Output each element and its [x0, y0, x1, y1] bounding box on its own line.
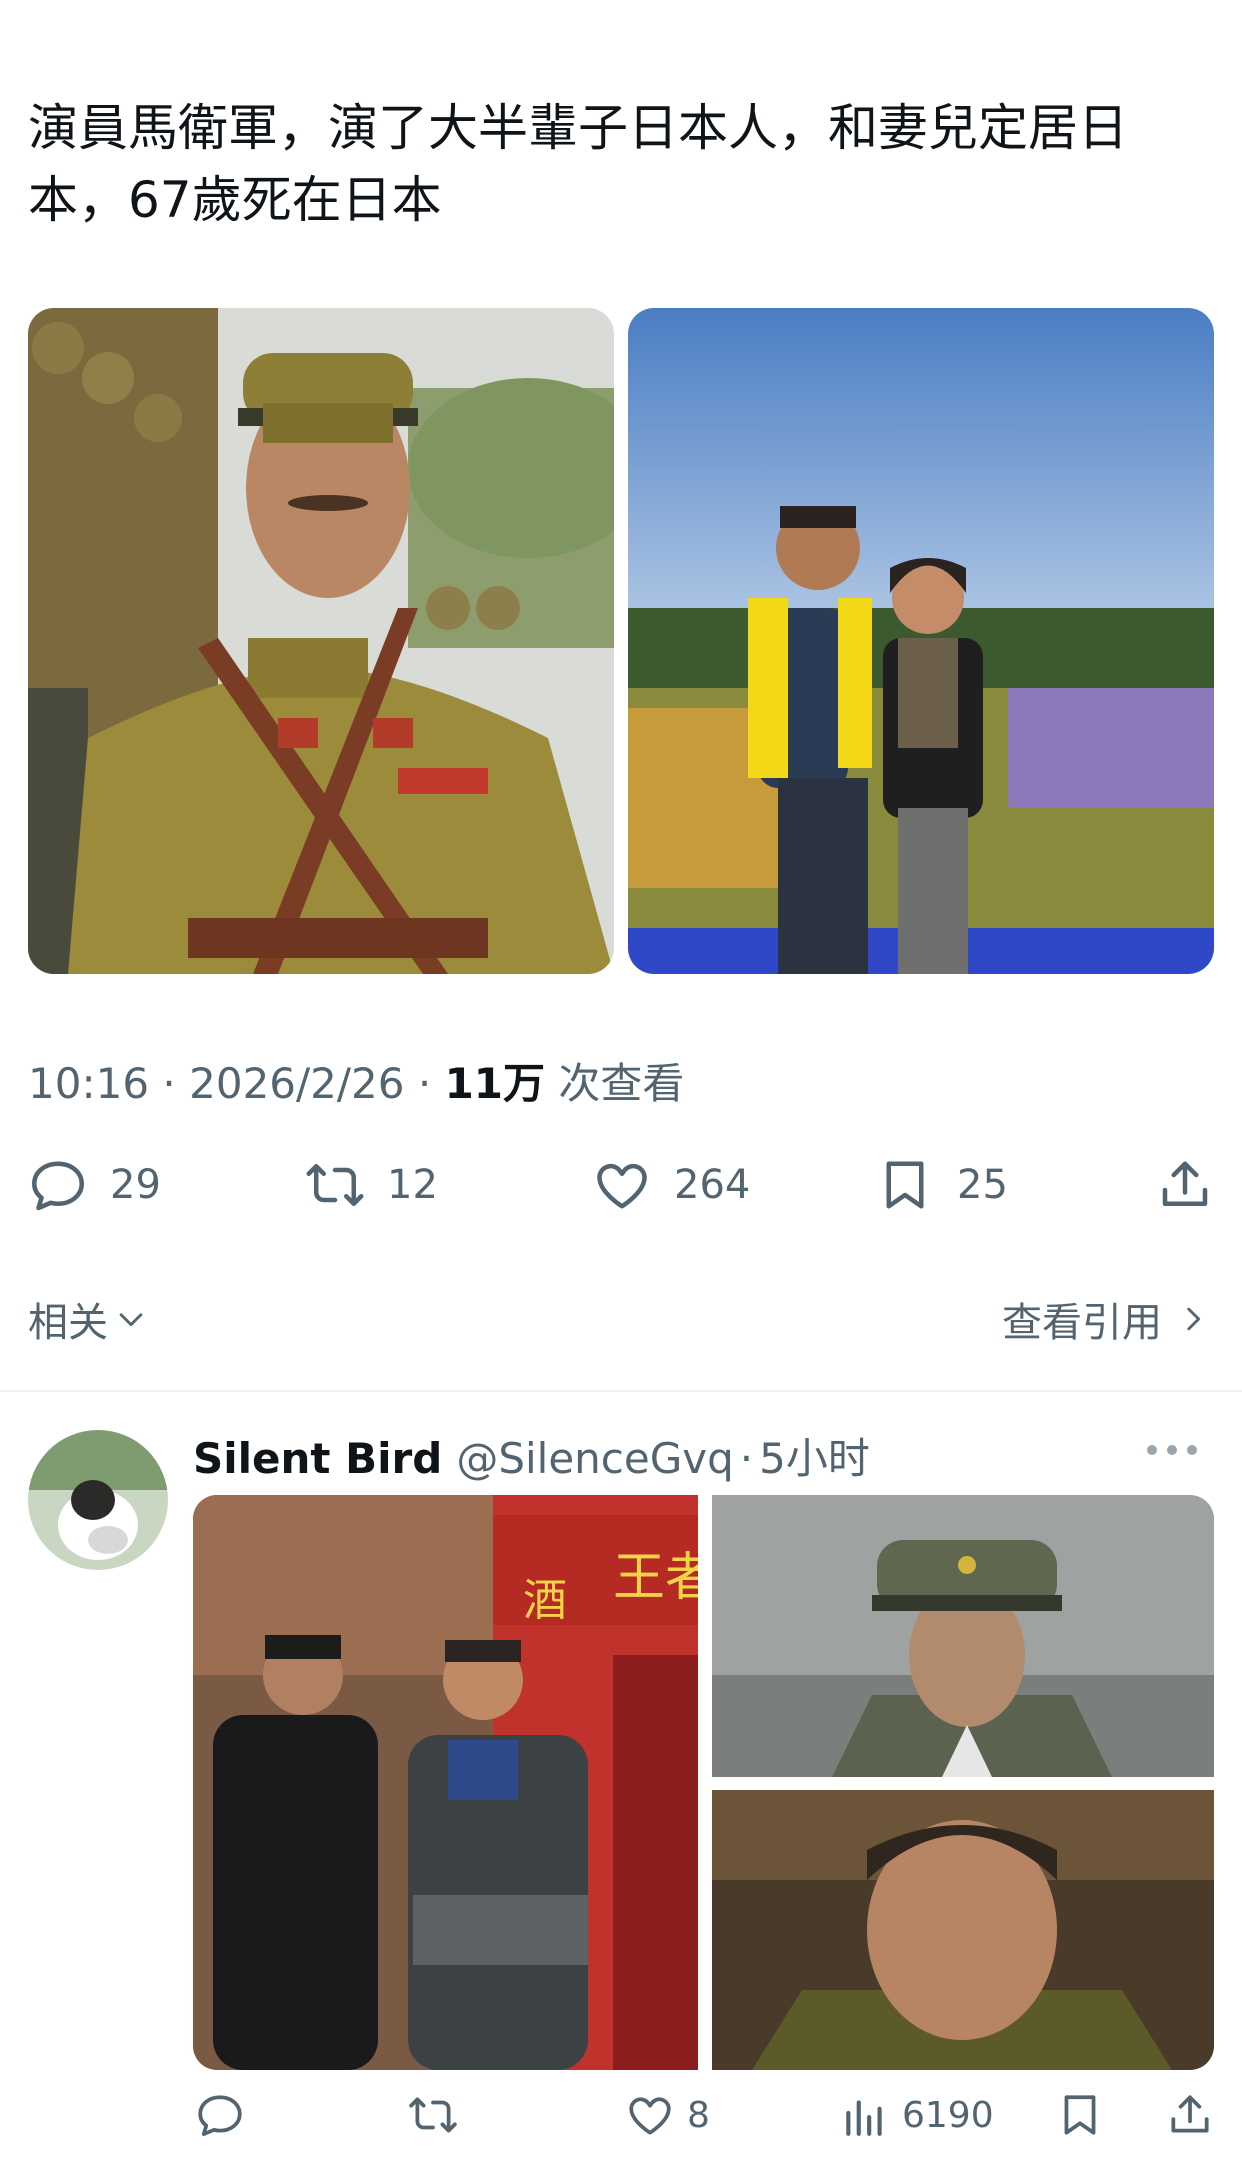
couple-photo-illustration: [628, 308, 1214, 974]
related-dropdown[interactable]: 相关: [28, 1290, 148, 1348]
post-date: 2026/2/26: [189, 1059, 405, 1108]
officer-photo-illustration: [712, 1495, 1214, 1777]
related-label: 相关: [28, 1300, 108, 1346]
post-time: 10:16: [28, 1059, 150, 1108]
bookmark-icon: [886, 1161, 924, 1209]
views-count: 11万: [444, 1059, 546, 1108]
reply-author-handle[interactable]: @SilenceGvq: [456, 1434, 733, 1483]
heart-icon: [597, 1163, 647, 1209]
view-quotes-label: 查看引用: [1002, 1300, 1162, 1346]
meta-separator: ·: [162, 1059, 176, 1108]
views-button[interactable]: 6190: [840, 2090, 994, 2140]
bookmark-icon: [1064, 2095, 1096, 2135]
post-meta: 10:16 · 2026/2/26 · 11万 次查看: [28, 1050, 684, 1111]
view-quotes-link[interactable]: 查看引用: [1002, 1290, 1210, 1348]
chevron-down-icon: [119, 1313, 143, 1327]
reply-header: Silent Bird @SilenceGvq · 5小时: [193, 1425, 870, 1486]
reply-icon: [198, 2095, 242, 2137]
retweet-icon: [409, 2097, 457, 2133]
share-button[interactable]: [1155, 1155, 1215, 1215]
more-options-icon[interactable]: [1142, 1440, 1202, 1460]
portrait-photo-illustration: [712, 1790, 1214, 2070]
like-button[interactable]: 264: [592, 1155, 750, 1215]
share-button[interactable]: [1165, 2090, 1215, 2140]
like-button[interactable]: 8: [625, 2090, 710, 2140]
reply-photo-2[interactable]: [712, 1495, 1214, 1777]
bookmark-button[interactable]: [1055, 2090, 1105, 2140]
post-text: 演員馬衛軍，演了大半輩子日本人，和妻兒定居日本，67歲死在日本: [28, 99, 1128, 229]
retweet-button[interactable]: [408, 2090, 458, 2140]
post-actions: 29 12 264 25: [0, 1155, 1242, 1225]
post-photo-1[interactable]: [28, 308, 614, 974]
avatar-image: [28, 1430, 168, 1570]
analytics-icon: [846, 2100, 882, 2136]
divider: [0, 1390, 1242, 1392]
reply-photo-3[interactable]: [712, 1790, 1214, 2070]
retweet-button[interactable]: 12: [305, 1155, 438, 1215]
reply-button[interactable]: [195, 2090, 245, 2140]
retweet-icon: [306, 1164, 364, 1206]
post-photo-2[interactable]: [628, 308, 1214, 974]
share-icon: [1171, 2095, 1209, 2133]
related-row: 相关 查看引用: [0, 1290, 1242, 1350]
reply-like-count: 8: [687, 2094, 710, 2136]
reply-button[interactable]: 29: [28, 1155, 161, 1215]
reply-author-name[interactable]: Silent Bird: [193, 1434, 442, 1483]
reply-count: 29: [110, 1162, 161, 1208]
meta-separator: ·: [417, 1059, 432, 1108]
share-icon: [1162, 1161, 1208, 1206]
heart-icon: [629, 2097, 671, 2135]
reply-photo-1[interactable]: 王者 酒: [193, 1495, 698, 2070]
bookmark-count: 25: [957, 1162, 1008, 1208]
reply-actions: 8 6190: [0, 2090, 1242, 2150]
reply-time: 5小时: [759, 1434, 870, 1483]
store-photo-illustration: 王者 酒: [193, 1495, 698, 2070]
reply-views-count: 6190: [902, 2094, 994, 2136]
meta-separator: ·: [739, 1434, 754, 1483]
views-label: 次查看: [558, 1059, 685, 1108]
retweet-count: 12: [387, 1162, 438, 1208]
reply-icon: [32, 1161, 84, 1211]
avatar[interactable]: [28, 1430, 168, 1570]
bookmark-button[interactable]: 25: [875, 1155, 1008, 1215]
store-sign-text: 王者: [613, 1548, 698, 1608]
uniform-photo-illustration: [28, 308, 614, 974]
like-count: 264: [674, 1162, 751, 1208]
chevron-right-icon: [1187, 1307, 1201, 1331]
store-sign-text: 酒: [523, 1575, 567, 1626]
